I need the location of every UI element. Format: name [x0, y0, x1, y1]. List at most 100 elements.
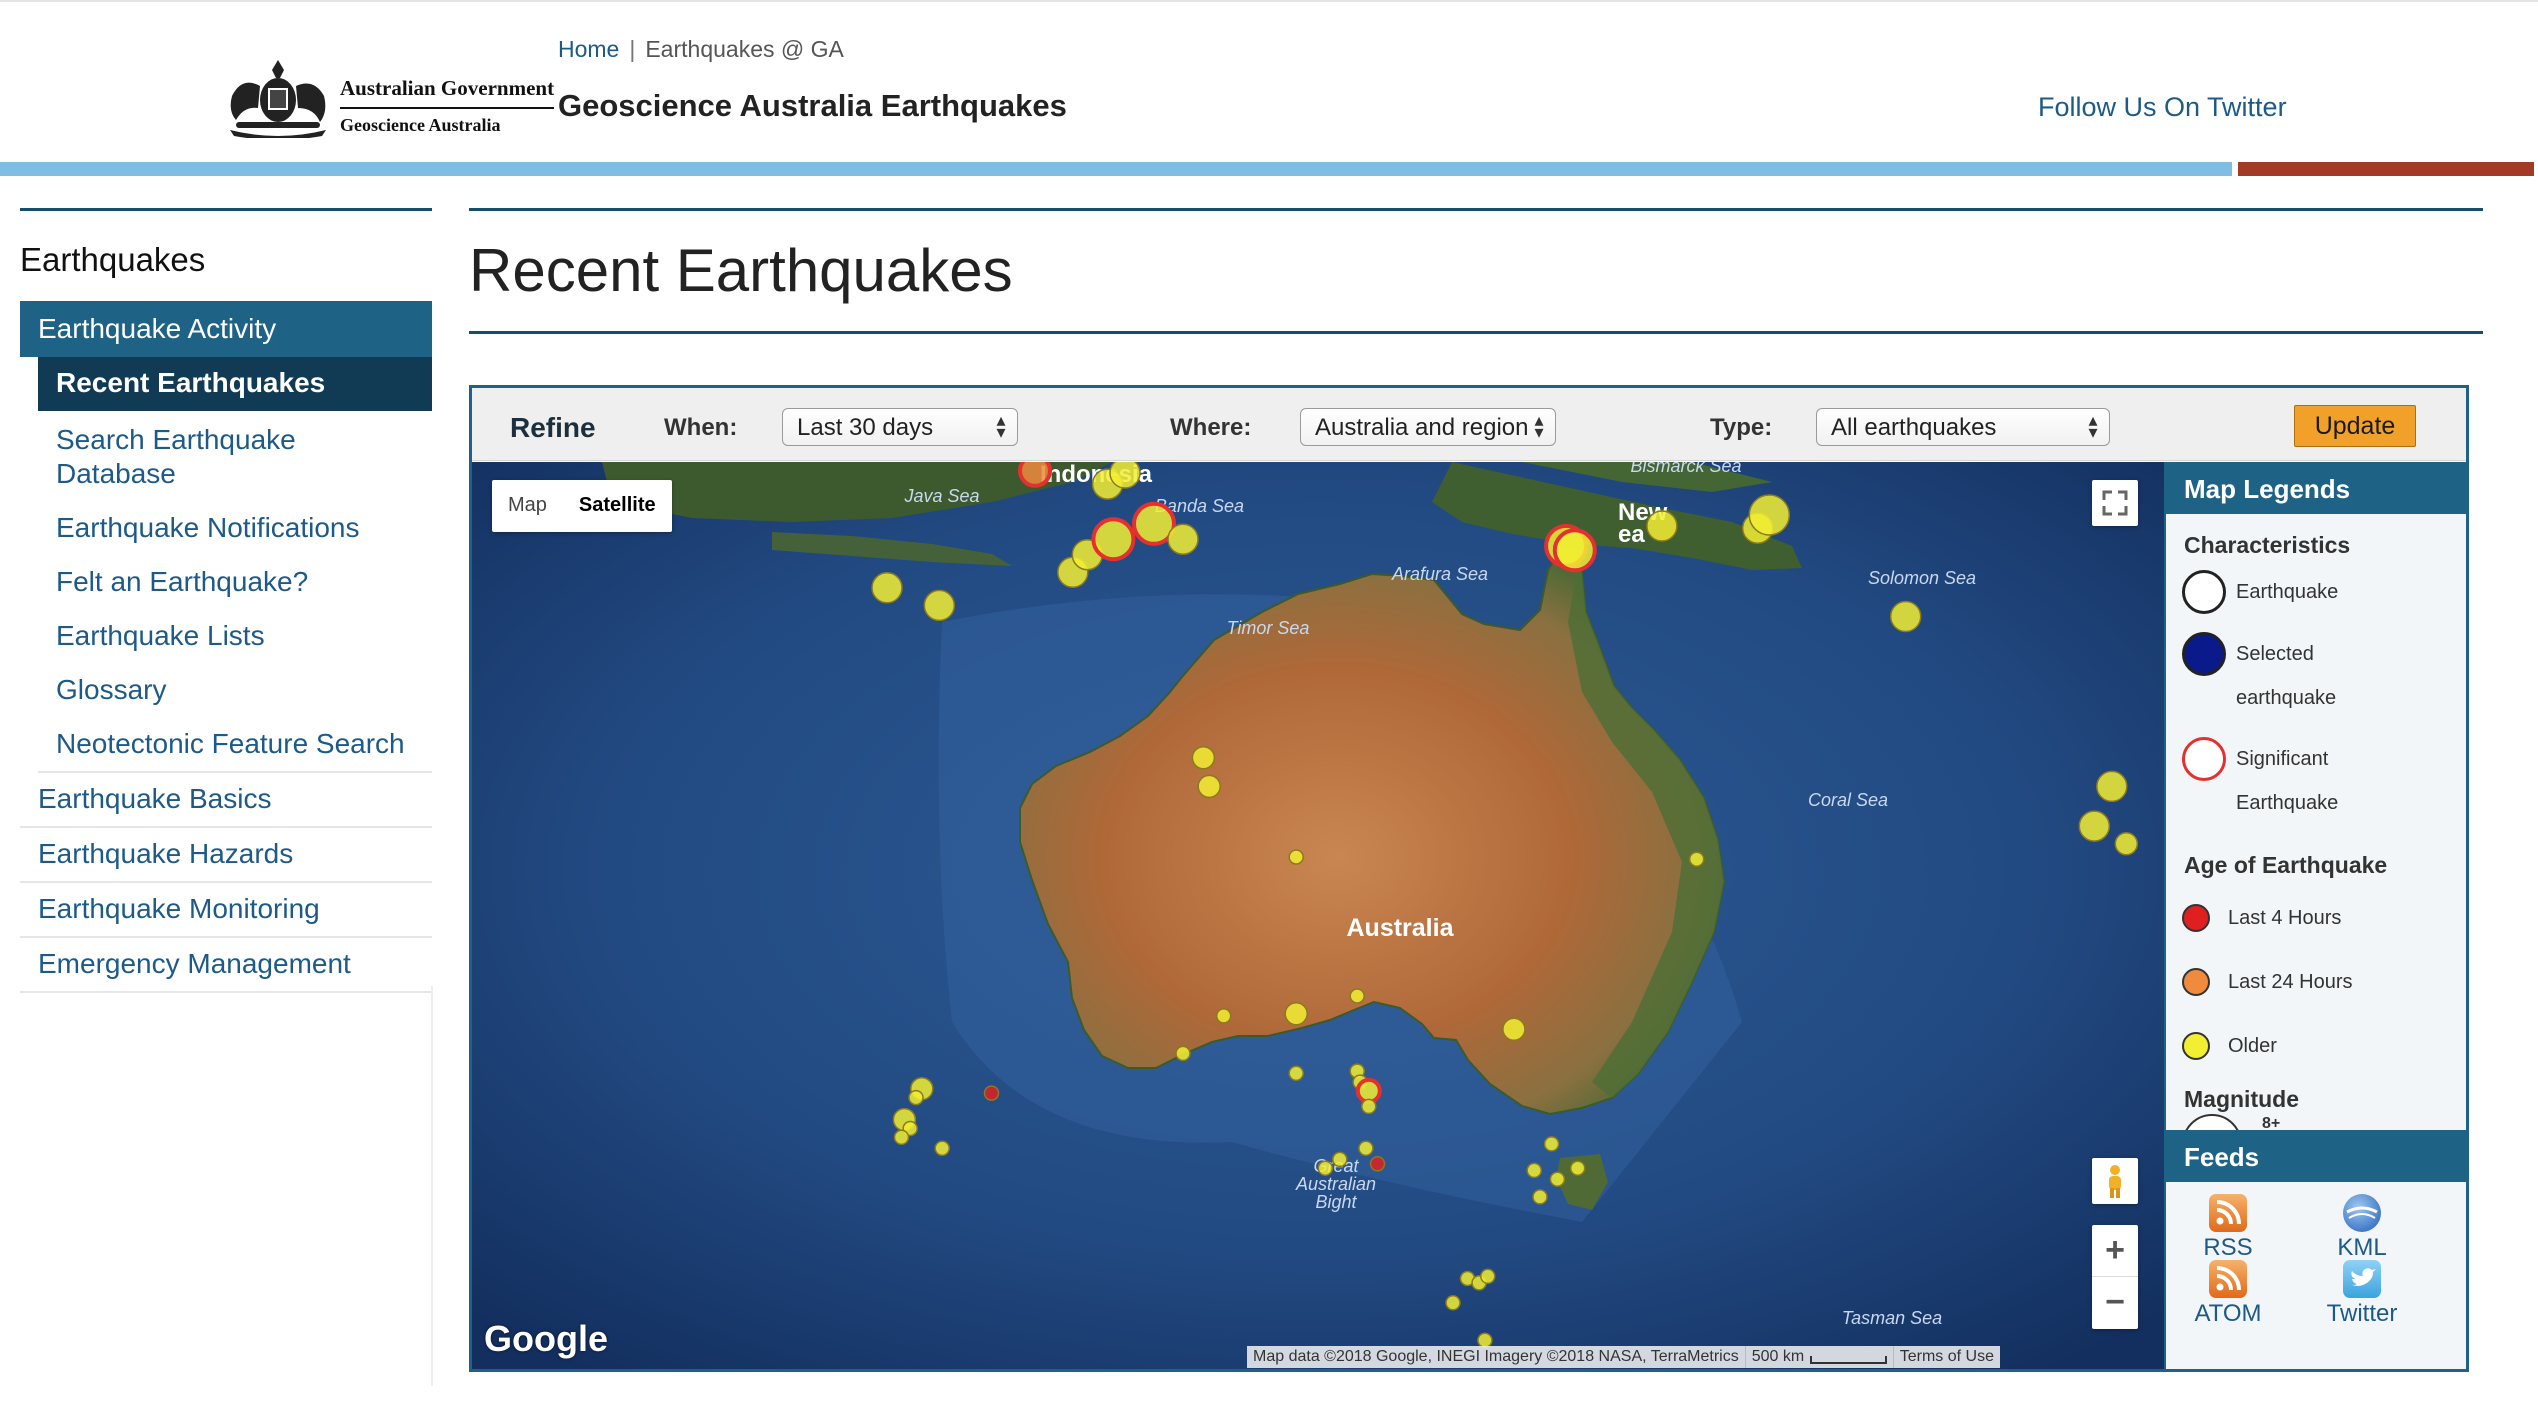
- earthquake-symbol-icon: [2182, 570, 2226, 614]
- kml-label: KML: [2337, 1234, 2387, 1261]
- sidebar-item-earthquake-activity[interactable]: Earthquake Activity: [20, 301, 432, 357]
- legend-selected-label-1: Selected: [2236, 643, 2314, 665]
- earthquake-marker[interactable]: [871, 572, 903, 604]
- kml-globe-icon: [2343, 1194, 2381, 1232]
- sidebar-item-search-database[interactable]: Search Earthquake Database: [38, 411, 318, 501]
- map-canvas[interactable]: Indonesia Java Sea Banda Sea Arafura Sea…: [472, 462, 2164, 1369]
- kml-feed-link[interactable]: KML: [2312, 1194, 2412, 1262]
- earthquake-marker[interactable]: [1688, 851, 1705, 867]
- terms-of-use-link[interactable]: Terms of Use: [1892, 1346, 2000, 1368]
- earthquake-marker[interactable]: [1646, 510, 1678, 542]
- zoom-out-button[interactable]: −: [2092, 1277, 2138, 1329]
- map-label-australia: Australia: [1347, 914, 1455, 942]
- twitter-bird-icon: [2343, 1260, 2381, 1298]
- map-attribution: Map data ©2018 Google, INEGI Imagery ©20…: [1253, 1348, 1739, 1365]
- follow-twitter-link[interactable]: Follow Us On Twitter: [2038, 92, 2287, 123]
- map-scale[interactable]: 500 km: [1744, 1346, 1893, 1368]
- map-type-map-button[interactable]: Map: [492, 480, 563, 532]
- earthquake-marker[interactable]: [1288, 1065, 1304, 1082]
- earthquake-marker[interactable]: [1552, 528, 1597, 573]
- earthquake-marker[interactable]: [1526, 1162, 1542, 1179]
- earthquake-marker[interactable]: [1549, 1171, 1566, 1187]
- rss-feed-link[interactable]: RSS: [2178, 1194, 2278, 1262]
- sidebar-item-recent-earthquakes[interactable]: Recent Earthquakes: [38, 357, 432, 411]
- earthquake-marker[interactable]: [1369, 1156, 1386, 1172]
- atom-feed-link[interactable]: ATOM: [2178, 1260, 2278, 1328]
- earthquake-marker[interactable]: [1215, 1008, 1232, 1024]
- earthquake-marker[interactable]: [1361, 1098, 1377, 1115]
- sidebar-item-earthquake-hazards[interactable]: Earthquake Hazards: [20, 828, 432, 883]
- breadcrumb: Home | Earthquakes @ GA: [558, 36, 844, 63]
- when-select[interactable]: Last 30 days ▴ ▾: [782, 408, 1018, 446]
- earthquake-marker[interactable]: [2078, 810, 2111, 842]
- twitter-feed-link[interactable]: Twitter: [2312, 1260, 2412, 1328]
- earthquake-marker[interactable]: [1191, 745, 1216, 770]
- scale-label: 500 km: [1751, 1348, 1805, 1365]
- significant-earthquake-symbol-icon: [2182, 737, 2226, 781]
- earthquake-marker[interactable]: [1175, 1045, 1191, 1062]
- refine-label: Refine: [510, 412, 596, 443]
- earthquake-marker[interactable]: [908, 1089, 924, 1106]
- pegman-icon[interactable]: [2092, 1158, 2138, 1204]
- earthquake-marker[interactable]: [1480, 1268, 1496, 1285]
- selected-earthquake-symbol-icon: [2182, 632, 2226, 676]
- earthquake-marker[interactable]: [1091, 517, 1136, 562]
- feeds-panel: Feeds RSS KML ATOM Twitter: [2164, 1130, 2466, 1369]
- earthquake-marker[interactable]: [1445, 1295, 1461, 1311]
- earthquake-marker[interactable]: [1109, 462, 1141, 489]
- earthquake-marker[interactable]: [1355, 1077, 1382, 1104]
- earthquake-marker[interactable]: [1018, 462, 1052, 488]
- earthquake-marker[interactable]: [2096, 770, 2128, 803]
- legend-significant-label-2: Earthquake: [2236, 792, 2339, 814]
- google-logo[interactable]: Google: [484, 1318, 608, 1360]
- type-select[interactable]: All earthquakes ▴ ▾: [1816, 408, 2110, 446]
- legend-selected-label-2: earthquake: [2236, 687, 2337, 709]
- sidebar-item-neotectonic-search[interactable]: Neotectonic Feature Search: [38, 717, 432, 773]
- sidebar-item-notifications[interactable]: Earthquake Notifications: [38, 501, 432, 555]
- earthquake-marker[interactable]: [1317, 1160, 1334, 1176]
- sidebar-item-earthquake-lists[interactable]: Earthquake Lists: [38, 609, 432, 663]
- header-bar-blue: [0, 162, 2232, 176]
- earthquake-map[interactable]: Indonesia Java Sea Banda Sea Arafura Sea…: [472, 462, 2164, 1369]
- map-type-satellite-button[interactable]: Satellite: [563, 480, 672, 532]
- sidebar-item-felt-earthquake[interactable]: Felt an Earthquake?: [38, 555, 432, 609]
- earthquake-marker[interactable]: [1569, 1160, 1586, 1176]
- site-title[interactable]: Geoscience Australia Earthquakes: [558, 88, 1067, 124]
- breadcrumb-current[interactable]: Earthquakes @ GA: [645, 36, 844, 62]
- coat-of-arms-logo[interactable]: [222, 56, 334, 138]
- earthquake-marker[interactable]: [1284, 1001, 1308, 1026]
- earthquake-marker[interactable]: [2114, 832, 2139, 856]
- earthquake-marker[interactable]: [1889, 600, 1922, 633]
- earthquake-marker[interactable]: [983, 1085, 1000, 1101]
- earthquake-marker[interactable]: [1532, 1189, 1548, 1205]
- earthquake-marker[interactable]: [1197, 774, 1221, 799]
- sidebar-title: Earthquakes: [20, 241, 206, 278]
- earthquake-marker[interactable]: [1167, 523, 1199, 555]
- earthquake-marker[interactable]: [1502, 1017, 1526, 1041]
- zoom-in-button[interactable]: +: [2092, 1225, 2138, 1277]
- earthquake-marker[interactable]: [923, 589, 956, 622]
- earthquake-marker[interactable]: [893, 1129, 910, 1146]
- map-label-solomon-sea: Solomon Sea: [1868, 568, 1976, 588]
- earthquake-marker[interactable]: [934, 1140, 950, 1157]
- breadcrumb-home-link[interactable]: Home: [558, 36, 619, 62]
- earthquake-marker[interactable]: [1358, 1140, 1374, 1157]
- where-select-value: Australia and region: [1315, 414, 1529, 441]
- fullscreen-icon[interactable]: [2092, 480, 2138, 526]
- sidebar-item-earthquake-monitoring[interactable]: Earthquake Monitoring: [20, 883, 432, 938]
- where-select[interactable]: Australia and region ▴ ▾: [1300, 408, 1556, 446]
- earthquake-marker[interactable]: [1288, 849, 1304, 865]
- sidebar-item-earthquake-basics[interactable]: Earthquake Basics: [20, 773, 432, 828]
- map-label-bight-3: Bight: [1315, 1192, 1357, 1212]
- earthquake-marker[interactable]: [1349, 988, 1365, 1004]
- legend-earthquake-label: Earthquake: [2236, 581, 2339, 603]
- update-button[interactable]: Update: [2294, 405, 2416, 447]
- earthquake-marker[interactable]: [1748, 494, 1791, 536]
- legend-older-label: Older: [2228, 1035, 2277, 1057]
- earthquake-marker[interactable]: [1332, 1151, 1348, 1168]
- map-label-java-sea: Java Sea: [903, 486, 979, 506]
- sidebar-item-glossary[interactable]: Glossary: [38, 663, 432, 717]
- sidebar-item-emergency-management[interactable]: Emergency Management: [20, 938, 432, 993]
- atom-label: ATOM: [2194, 1300, 2262, 1327]
- earthquake-marker[interactable]: [1543, 1136, 1560, 1152]
